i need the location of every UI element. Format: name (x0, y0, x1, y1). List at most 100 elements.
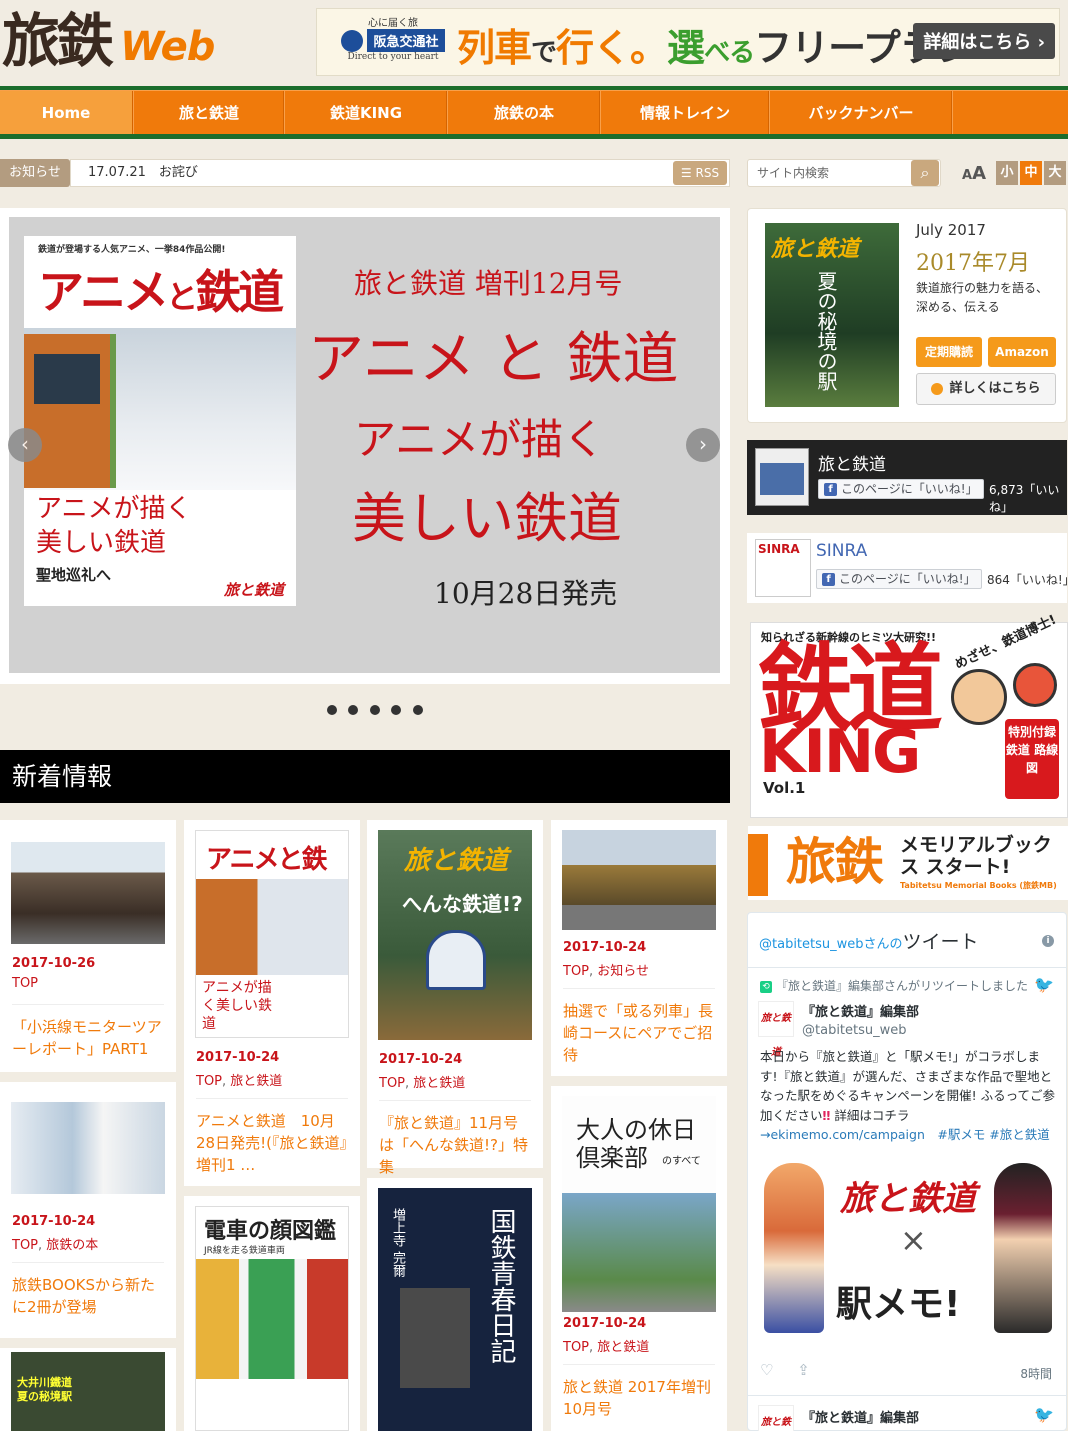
timeline-header[interactable]: @tabitetsu_webさんのツイート (759, 927, 979, 954)
rss-label: RSS (695, 166, 720, 180)
fb-like-button[interactable]: f このページに「いいね!」 (816, 569, 982, 589)
slider-prev-icon[interactable]: ‹ (8, 428, 42, 462)
nav-home[interactable]: Home (0, 91, 132, 135)
news-title[interactable]: 『旅と鉄道』11月号は「へんな鉄道!?」特集 (379, 1112, 531, 1178)
twitter-bird-icon[interactable]: 🐦 (1034, 1405, 1054, 1424)
amazon-button[interactable]: Amazon (988, 337, 1056, 367)
cover-photo (400, 1288, 470, 1388)
news-card-image: 大井川鐵道 夏の秘境駅 (11, 1352, 165, 1431)
magazine-cover[interactable]: 旅と鉄道 夏の秘境の駅 (765, 223, 899, 407)
news-date: 2017-10-24 (563, 940, 647, 955)
fb-page-avatar[interactable]: SINRA (755, 539, 811, 597)
font-size-large[interactable]: 大 (1044, 161, 1066, 185)
cover-title: 大井川鐵道 (17, 1376, 72, 1389)
company-logo-icon (341, 29, 364, 52)
ad-banner[interactable]: 心に届く旅 阪急交通社 Direct to your heart 列車で行く。選… (316, 8, 1060, 76)
slider-dot-1[interactable] (327, 705, 337, 715)
news-title[interactable]: 旅と鉄道 2017年増刊10月号 (563, 1376, 715, 1420)
site-logo[interactable]: 旅鉄 Web (2, 6, 216, 76)
cover-caption: へんな鉄道!? (402, 892, 523, 916)
facebook-icon: f (822, 573, 835, 586)
avatar[interactable]: 旅と鉄道 (758, 1405, 794, 1431)
news-card-image: 旅と鉄道 へんな鉄道!? (378, 830, 532, 1040)
font-size-small[interactable]: 小 (996, 161, 1018, 185)
cover-title-3: 鉄道 (195, 265, 284, 319)
news-card[interactable]: 大井川鐵道 夏の秘境駅 (0, 1348, 176, 1431)
news-card[interactable]: 国鉄青春日記 増上寺 完爾 (367, 1178, 543, 1431)
logo-kanji: 旅鉄 (2, 7, 114, 75)
news-category[interactable]: TOP, 旅と鉄道 (196, 1070, 282, 1089)
fb-avatar-label: SINRA (758, 542, 800, 556)
news-title[interactable]: 旅鉄BOOKSから新たに2冊が登場 (12, 1274, 164, 1318)
news-card[interactable]: 2017-10-26 TOP 「小浜線モニターツアーレポート」PART1 (0, 820, 176, 1072)
search-input[interactable]: サイト内検索 (757, 159, 829, 187)
slider-dot-5[interactable] (413, 705, 423, 715)
cover-caption: 増上寺 完爾 (390, 1208, 405, 1278)
nav-tetsudo-king[interactable]: 鉄道KING (286, 91, 446, 135)
news-category-1: TOP (379, 1076, 406, 1091)
king-vol: Vol.1 (763, 779, 806, 797)
character-right (994, 1163, 1052, 1333)
slider-dot-2[interactable] (348, 705, 358, 715)
news-category[interactable]: TOP, 旅鉄の本 (12, 1234, 98, 1253)
news-item-link[interactable]: 17.07.21 お詫び (88, 159, 198, 187)
tweet-user-name[interactable]: 『旅と鉄道』編集部 (802, 1001, 919, 1020)
cover-subcaption: 聖地巡礼へ (36, 566, 112, 584)
news-category-2: 旅と鉄道 (230, 1074, 283, 1089)
tweet-screen-name[interactable]: @tabitetsu_web (802, 1023, 907, 1038)
nav-back-numbers[interactable]: バックナンバー (771, 91, 951, 135)
avatar[interactable]: 旅と鉄道 (758, 1001, 794, 1058)
tetsudo-king-banner[interactable]: 知られざる新幹線のヒミツ大研究!! 鉄道 KING Vol.1 めざせ、鉄道博士… (750, 613, 1068, 818)
news-card[interactable]: アニメと鉄道 アニメが描く美しい鉄道 2017-10-24 TOP, 旅と鉄道 … (184, 820, 360, 1186)
subscribe-button[interactable]: 定期購読 (916, 337, 982, 367)
news-category[interactable]: TOP, 旅と鉄道 (563, 1336, 649, 1355)
news-title[interactable]: 抽選で「或る列車」長崎コースにペアでご招待 (563, 1000, 715, 1066)
share-icon[interactable]: ⇪ (797, 1361, 810, 1379)
news-category-1: TOP (12, 1238, 39, 1253)
slider-dot-3[interactable] (370, 705, 380, 715)
fb-page-avatar[interactable] (755, 448, 809, 506)
nav-books[interactable]: 旅鉄の本 (449, 91, 599, 135)
news-title[interactable]: アニメと鉄道 10月28日発売!(『旅と鉄道』増刊1 … (196, 1110, 348, 1176)
news-title[interactable]: 「小浜線モニターツアーレポート」PART1 (12, 1016, 164, 1060)
fb-page-name[interactable]: SINRA (816, 541, 867, 561)
search-icon[interactable]: ⌕ (911, 160, 939, 186)
news-tag: お知らせ (0, 159, 70, 187)
king-character (1013, 663, 1057, 707)
retweet-notice: ⟲ 『旅と鉄道』編集部さんがリツイートしました (760, 977, 1028, 994)
fb-page-name[interactable]: 旅と鉄道 (818, 450, 886, 475)
tweet-image[interactable]: 旅と鉄道 × 駅メモ! (760, 1153, 1056, 1343)
news-card[interactable]: 旅と鉄道 へんな鉄道!? 2017-10-24 TOP, 旅と鉄道 『旅と鉄道』… (367, 820, 543, 1176)
news-card[interactable]: 2017-10-24 TOP, 旅鉄の本 旅鉄BOOKSから新たに2冊が登場 (0, 1082, 176, 1338)
font-size-label: AA (962, 160, 986, 190)
tweet-user-name[interactable]: 『旅と鉄道』編集部 (802, 1407, 919, 1426)
news-category[interactable]: TOP (12, 976, 38, 991)
memorial-books-banner[interactable]: 旅鉄 メモリアルブックス スタート! Tabitetsu Memorial Bo… (748, 826, 1068, 900)
news-card[interactable]: 2017-10-24 TOP, お知らせ 抽選で「或る列車」長崎コースにペアでご… (551, 820, 727, 1076)
news-category-1: TOP (563, 964, 590, 979)
rss-button[interactable]: ☰ RSS (673, 161, 727, 185)
slider-dot-4[interactable] (391, 705, 401, 715)
news-category[interactable]: TOP, お知らせ (563, 960, 649, 979)
tweet-time[interactable]: 8時間 (1020, 1365, 1052, 1382)
news-date: 2017-10-24 (196, 1050, 280, 1065)
nav-info-train[interactable]: 情報トレイン (602, 91, 768, 135)
heart-icon[interactable]: ♡ (760, 1361, 773, 1379)
twitter-bird-icon[interactable]: 🐦 (1034, 975, 1054, 994)
font-size-medium[interactable]: 中 (1020, 161, 1042, 185)
fb-like-button[interactable]: f このページに「いいね!」 (818, 479, 984, 499)
cover-train-photo (24, 328, 296, 490)
magazine-detail-button[interactable]: 詳しくはこちら (916, 373, 1056, 405)
info-icon[interactable]: i (1042, 935, 1054, 947)
cover-title-1: アニメ (38, 265, 169, 319)
tweet-link[interactable]: →ekimemo.com/campaign #駅メモ #旅と鉄道 (760, 1127, 1050, 1142)
slider-next-icon[interactable]: › (686, 428, 720, 462)
banner-detail-button[interactable]: 詳細はこちら › (913, 23, 1055, 59)
banner-copy-3: 行く。 (556, 26, 668, 70)
news-card[interactable]: 電車の顔図鑑 JR線を走る鉄道車両 (184, 1196, 360, 1431)
nav-tabi-to-tetsudo[interactable]: 旅と鉄道 (135, 91, 283, 135)
news-category[interactable]: TOP, 旅と鉄道 (379, 1072, 465, 1091)
twitter-timeline: @tabitetsu_webさんのツイート i ⟲ 『旅と鉄道』編集部さんがリツイ… (747, 912, 1067, 1431)
memorial-title: メモリアルブックス スタート! (900, 834, 1052, 878)
news-card[interactable]: 大人の休日倶楽部 のすべて 2017-10-24 TOP, 旅と鉄道 旅と鉄道 … (551, 1086, 727, 1431)
